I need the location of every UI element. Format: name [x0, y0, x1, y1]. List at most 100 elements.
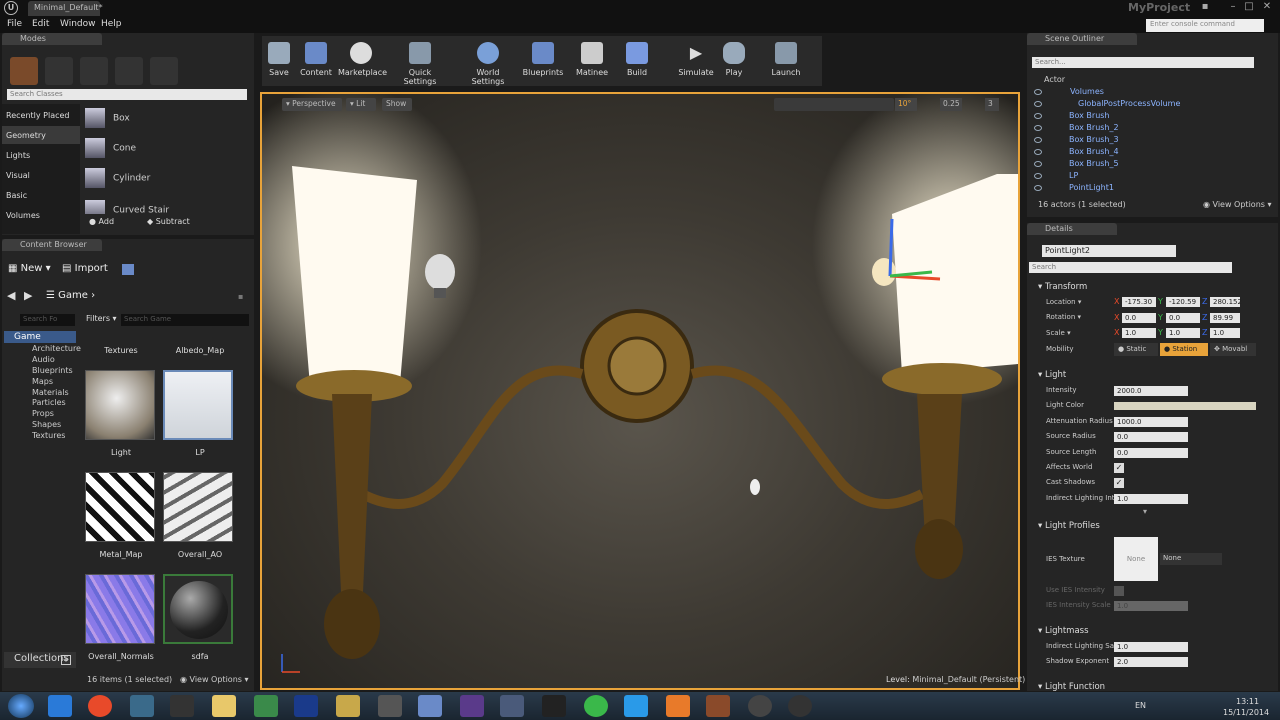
app-icon[interactable] — [418, 695, 442, 717]
tree-item-maps[interactable]: Maps — [32, 377, 53, 386]
transform-tools[interactable] — [774, 98, 894, 111]
play-button[interactable]: Play — [711, 40, 757, 82]
outliner-row-globalpostprocess[interactable]: GlobalPostProcessVolume — [1078, 99, 1180, 108]
outliner-row-box-brush-3[interactable]: Box Brush_3 — [1069, 135, 1119, 144]
rotation-x-field[interactable]: 0.0 — [1122, 313, 1156, 323]
rotation-y-field[interactable]: 0.0 — [1166, 313, 1200, 323]
place-mode-icon[interactable] — [10, 57, 38, 85]
app-icon[interactable] — [542, 695, 566, 717]
category-basic[interactable]: Basic — [6, 191, 27, 200]
level-tab[interactable]: Minimal_Default* — [28, 1, 103, 16]
asset-light[interactable] — [85, 370, 155, 440]
add-collection-icon[interactable]: + — [61, 655, 71, 665]
mobility-movable-button[interactable]: ✥ Movabl — [1210, 343, 1256, 356]
indirect-lighting-field[interactable]: 1.0 — [1114, 494, 1188, 504]
chat-icon[interactable]: ▪ — [1200, 2, 1210, 12]
unreal-launcher-icon[interactable] — [788, 695, 812, 717]
tree-item-audio[interactable]: Audio — [32, 355, 55, 364]
xnormal-icon[interactable] — [460, 695, 484, 717]
menu-window[interactable]: Window — [60, 19, 96, 29]
mobility-static-button[interactable]: ● Static — [1114, 343, 1158, 356]
tree-item-game[interactable]: Game — [14, 332, 41, 342]
chrome-icon[interactable] — [88, 695, 112, 717]
shadow-exponent-field[interactable]: 2.0 — [1114, 657, 1188, 667]
place-item-cone[interactable]: Cone — [85, 138, 243, 162]
search-folders-input[interactable]: Search Fo — [20, 314, 75, 326]
outliner-row-pointlight1[interactable]: PointLight1 — [1069, 183, 1114, 192]
light-profiles-section[interactable]: ▾ Light Profiles — [1038, 521, 1100, 531]
light-function-section[interactable]: ▾ Light Function — [1038, 682, 1105, 692]
show-button[interactable]: Show — [382, 98, 412, 111]
tree-item-particles[interactable]: Particles — [32, 398, 66, 407]
source-length-field[interactable]: 0.0 — [1114, 448, 1188, 458]
outliner-row-volumes[interactable]: Volumes — [1070, 87, 1104, 96]
outliner-row-box-brush[interactable]: Box Brush — [1069, 111, 1110, 120]
lightmass-section[interactable]: ▾ Lightmass — [1038, 626, 1089, 636]
place-item-curved-stair[interactable]: Curved Stair — [85, 200, 243, 214]
scale-z-field[interactable]: 1.0 — [1210, 328, 1240, 338]
unreal-editor-icon[interactable] — [748, 695, 772, 717]
media-icon[interactable] — [170, 695, 194, 717]
transform-section[interactable]: ▾ Transform — [1038, 282, 1087, 292]
tree-item-architecture[interactable]: Architecture — [32, 344, 81, 353]
category-geometry[interactable]: Geometry — [6, 131, 46, 140]
tree-item-shapes[interactable]: Shapes — [32, 420, 61, 429]
visibility-eye-icon[interactable] — [1034, 173, 1042, 179]
app-icon[interactable] — [336, 695, 360, 717]
visibility-eye-icon[interactable] — [1034, 89, 1042, 95]
close-button[interactable]: ✕ — [1262, 2, 1272, 12]
place-item-box[interactable]: Box — [85, 108, 243, 132]
lit-button[interactable]: ▾ Lit — [346, 98, 376, 111]
back-icon[interactable]: ◀ — [7, 289, 15, 302]
language-indicator[interactable]: EN — [1135, 701, 1146, 710]
console-input[interactable]: Enter console command — [1146, 19, 1264, 32]
outliner-search-input[interactable]: Search... — [1032, 57, 1254, 68]
menu-edit[interactable]: Edit — [32, 19, 49, 29]
asset-overall-normals[interactable] — [85, 574, 155, 644]
app-icon[interactable] — [254, 695, 278, 717]
app-icon[interactable] — [500, 695, 524, 717]
skype-icon[interactable] — [624, 695, 648, 717]
tree-item-materials[interactable]: Materials — [32, 388, 69, 397]
import-button[interactable]: ▤ Import — [62, 263, 108, 274]
forward-icon[interactable]: ▶ — [24, 289, 32, 302]
visibility-eye-icon[interactable] — [1034, 149, 1042, 155]
intensity-field[interactable]: 2000.0 — [1114, 386, 1188, 396]
actor-name-field[interactable]: PointLight2 — [1042, 245, 1176, 257]
category-recently-placed[interactable]: Recently Placed — [6, 111, 70, 120]
foliage-mode-icon[interactable] — [115, 57, 143, 85]
outliner-row-box-brush-4[interactable]: Box Brush_4 — [1069, 147, 1119, 156]
photoshop-icon[interactable] — [294, 695, 318, 717]
content-browser-tab[interactable]: Content Browser — [2, 239, 102, 251]
app-icon[interactable] — [130, 695, 154, 717]
outliner-row-box-brush-2[interactable]: Box Brush_2 — [1069, 123, 1119, 132]
category-visual[interactable]: Visual — [6, 171, 30, 180]
landscape-mode-icon[interactable] — [80, 57, 108, 85]
use-ies-checkbox[interactable] — [1114, 586, 1124, 596]
ies-texture-dropdown[interactable]: None — [1160, 553, 1222, 565]
start-button[interactable] — [8, 694, 34, 718]
cast-shadows-checkbox[interactable]: ✓ — [1114, 478, 1124, 488]
ies-scale-field[interactable]: 1.0 — [1114, 601, 1188, 611]
scene-outliner-tab[interactable]: Scene Outliner — [1027, 33, 1137, 45]
perspective-button[interactable]: ▾ Perspective — [282, 98, 342, 111]
tree-item-props[interactable]: Props — [32, 409, 54, 418]
mobility-stationary-button[interactable]: ● Station — [1160, 343, 1208, 356]
lock-icon[interactable]: ▪ — [238, 292, 243, 301]
blender-icon[interactable] — [666, 695, 690, 717]
geometry-mode-icon[interactable] — [150, 57, 178, 85]
new-button[interactable]: ▦ New ▾ — [8, 263, 51, 274]
cb-view-options[interactable]: ◉ View Options ▾ — [180, 675, 249, 684]
visibility-eye-icon[interactable] — [1034, 161, 1042, 167]
light-color-swatch[interactable] — [1114, 402, 1256, 410]
matinee-button[interactable]: Matinee — [569, 40, 615, 82]
scale-snap-value[interactable]: 0.25 — [940, 98, 962, 111]
visibility-eye-icon[interactable] — [1034, 137, 1042, 143]
content-button[interactable]: Content — [293, 40, 339, 82]
angle-snap-value[interactable]: 10° — [895, 98, 917, 111]
quick-settings-button[interactable]: Quick Settings — [396, 40, 444, 86]
visibility-eye-icon[interactable] — [1034, 113, 1042, 119]
search-assets-input[interactable]: Search Game — [121, 314, 249, 326]
launch-button[interactable]: Launch — [763, 40, 809, 82]
category-lights[interactable]: Lights — [6, 151, 30, 160]
